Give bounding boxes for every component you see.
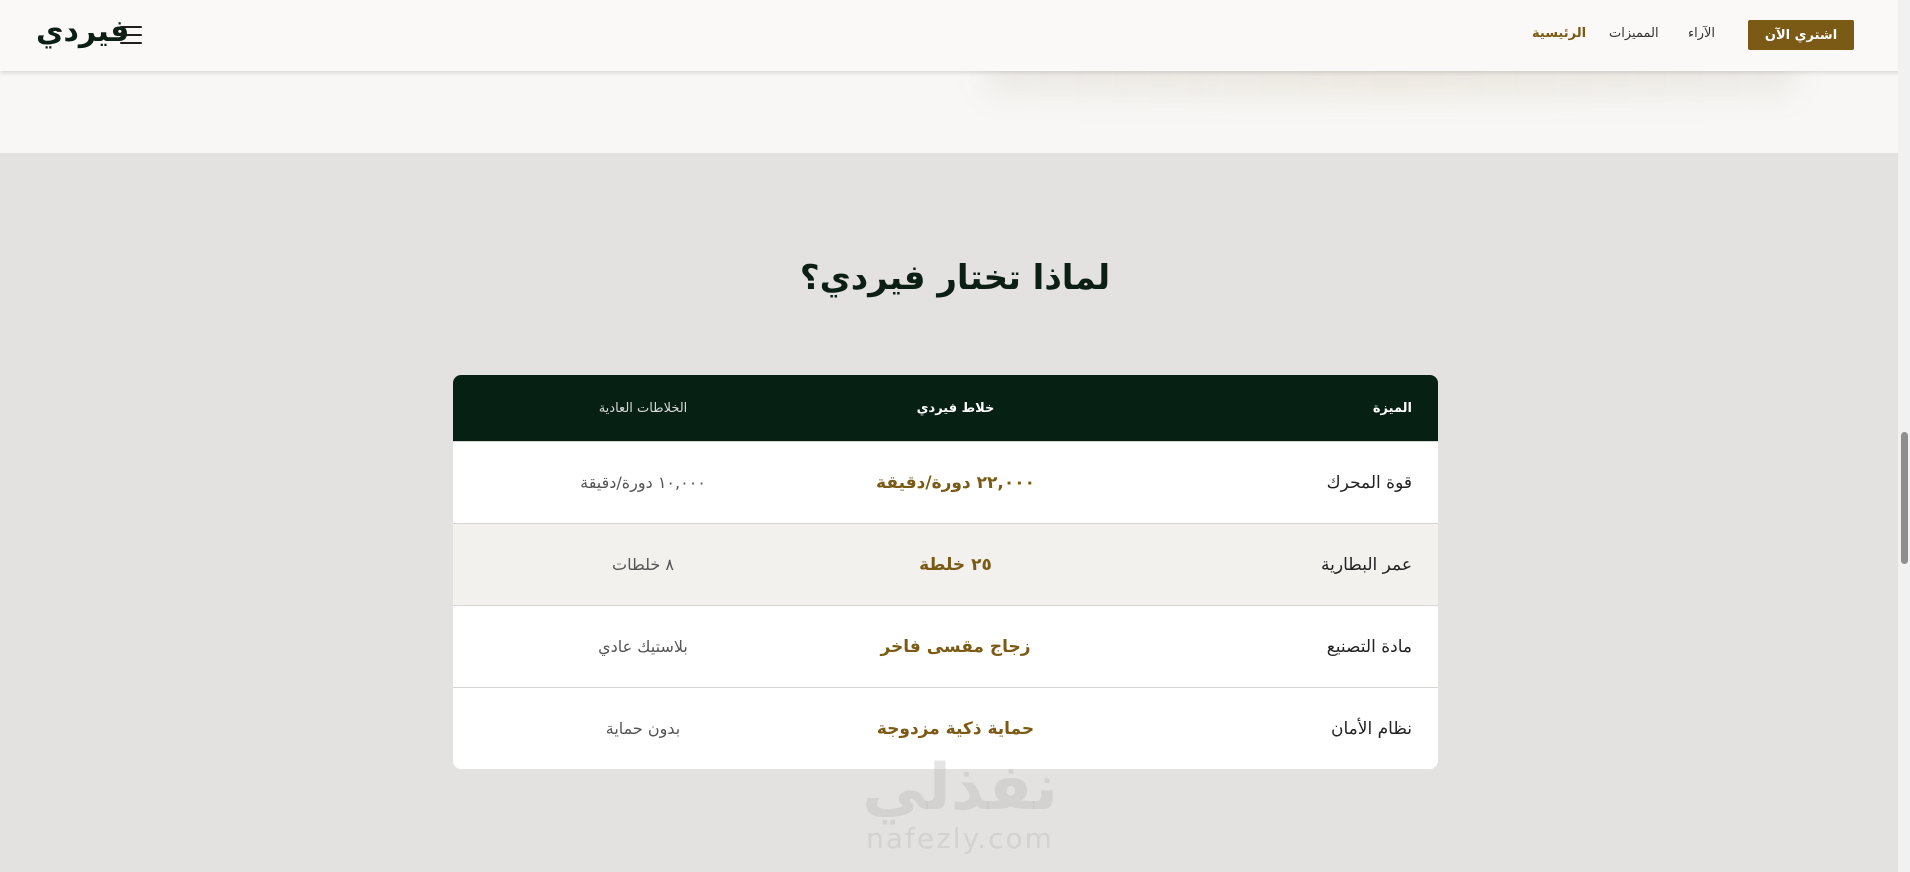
- table-header-row: الميزة خلاط فيردي الخلاطات العادية: [453, 375, 1438, 441]
- ferdi-value-cell: ٢٥ خلطة: [919, 554, 992, 575]
- menu-line: [120, 34, 142, 36]
- brand-logo[interactable]: فيردي: [36, 14, 129, 49]
- column-header-feature: الميزة: [1372, 400, 1412, 416]
- feature-cell: قوة المحرك: [1326, 472, 1412, 493]
- hamburger-menu-icon[interactable]: [120, 26, 142, 44]
- nav-link-home[interactable]: الرئيسية: [1532, 26, 1586, 41]
- feature-cell: مادة التصنيع: [1326, 636, 1412, 657]
- table-row: نظام الأمان حماية ذكية مزدوجة بدون حماية: [453, 687, 1438, 769]
- site-header: فيردي الرئيسية المميزات الآراء اشتري الآ…: [0, 0, 1910, 71]
- ferdi-value-cell: ٢٢,٠٠٠ دورة/دقيقة: [876, 472, 1035, 493]
- watermark-latin: nafezly.com: [866, 822, 1054, 855]
- column-header-normal: الخلاطات العادية: [598, 400, 688, 416]
- menu-line: [120, 42, 142, 44]
- feature-cell: عمر البطارية: [1321, 554, 1412, 575]
- normal-value-cell: بدون حماية: [605, 719, 681, 738]
- normal-value-cell: ٨ خلطات: [612, 555, 674, 574]
- table-row: عمر البطارية ٢٥ خلطة ٨ خلطات: [453, 523, 1438, 605]
- scrollbar-thumb[interactable]: [1901, 432, 1908, 564]
- normal-value-cell: ١٠,٠٠٠ دورة/دقيقة: [580, 473, 706, 492]
- nav-link-reviews[interactable]: الآراء: [1688, 26, 1715, 41]
- column-header-ferdi: خلاط فيردي: [916, 400, 995, 416]
- buy-now-button[interactable]: اشتري الآن: [1748, 20, 1854, 50]
- normal-value-cell: بلاستيك عادي: [598, 637, 688, 656]
- table-row: قوة المحرك ٢٢,٠٠٠ دورة/دقيقة ١٠,٠٠٠ دورة…: [453, 441, 1438, 523]
- section-title: لماذا تختار فيردي؟: [799, 258, 1111, 298]
- ferdi-value-cell: حماية ذكية مزدوجة: [876, 718, 1035, 739]
- menu-line: [120, 26, 142, 28]
- comparison-table: الميزة خلاط فيردي الخلاطات العادية قوة ا…: [453, 375, 1438, 769]
- ferdi-value-cell: زجاج مقسى فاخر: [880, 636, 1031, 657]
- nav-link-features[interactable]: المميزات: [1609, 26, 1659, 41]
- table-row: مادة التصنيع زجاج مقسى فاخر بلاستيك عادي: [453, 605, 1438, 687]
- feature-cell: نظام الأمان: [1331, 718, 1412, 739]
